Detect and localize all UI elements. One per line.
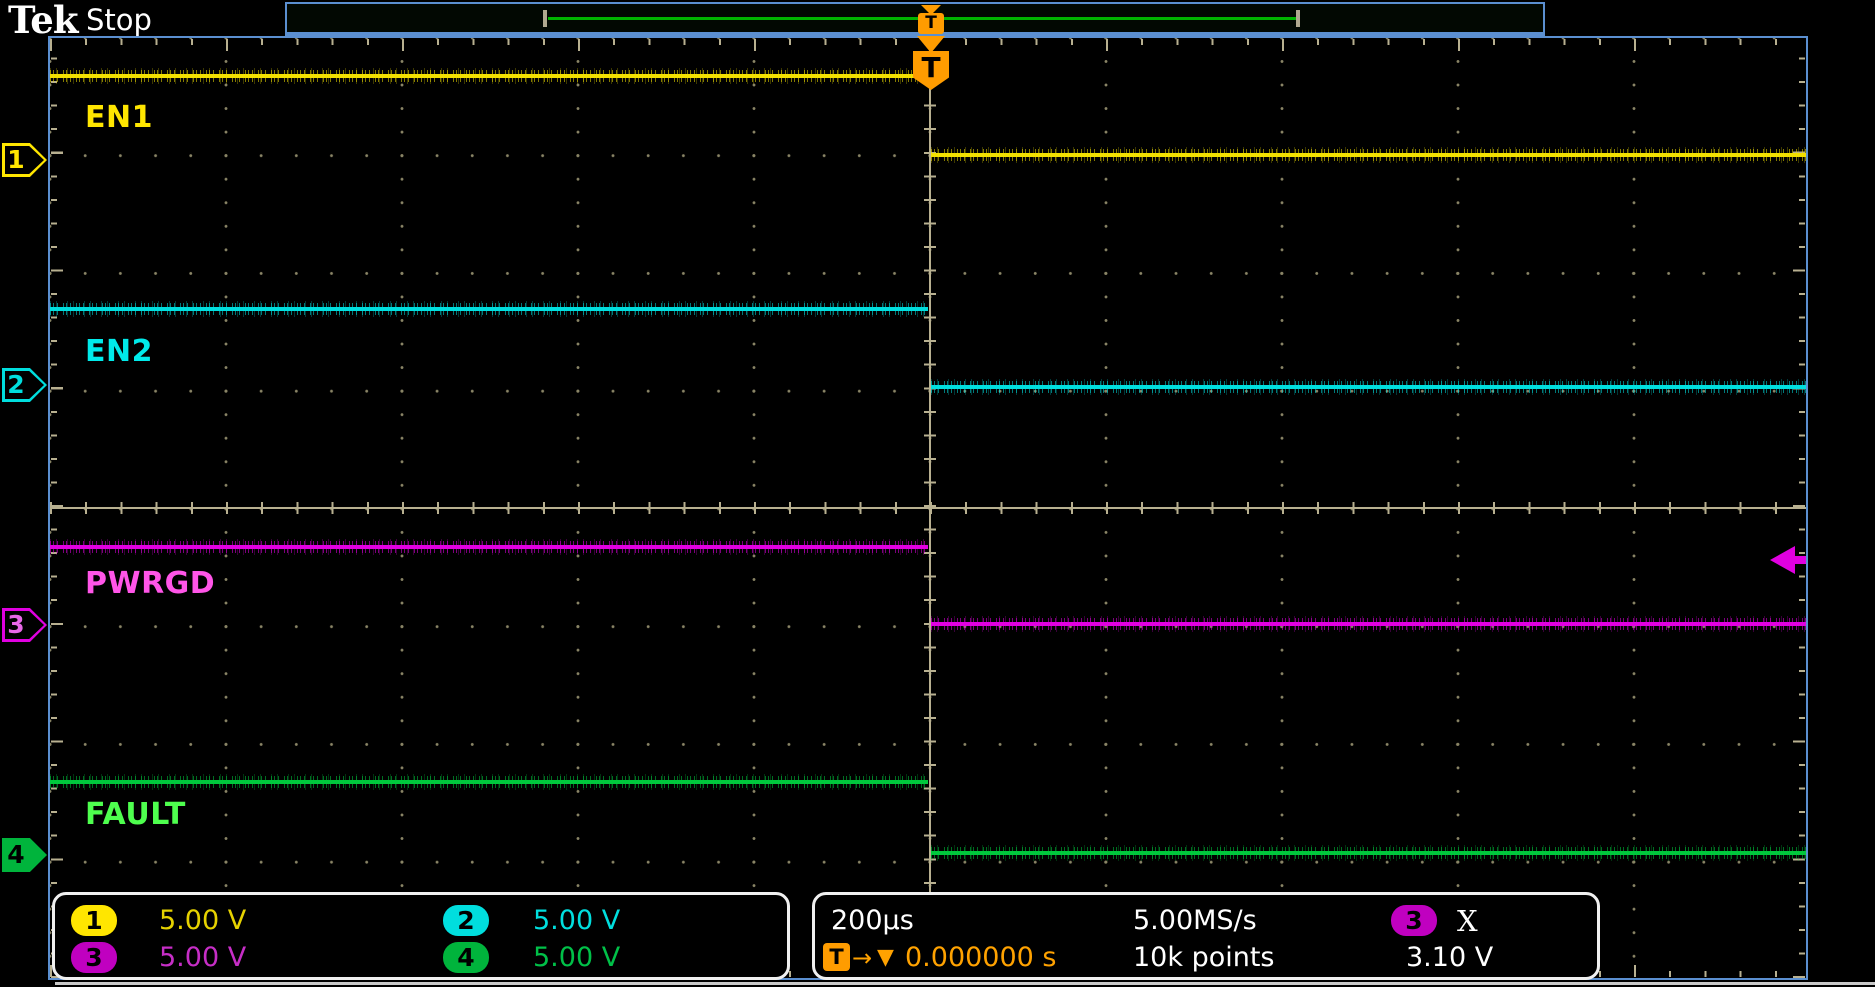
graticule (48, 36, 1808, 980)
ch3-marker-number: 3 (2, 608, 30, 642)
trigger-position-readout: 0.000000 s (905, 942, 1056, 974)
center-vertical-axis-trigger-time-line (924, 38, 936, 978)
trigger-source-badge: 3 (1391, 905, 1437, 936)
record-length-readout: 10k points (1133, 942, 1275, 974)
ch2-trace-pre-trigger (50, 303, 928, 315)
ch1-position-marker: 1 (2, 143, 47, 177)
acquisition-status: Stop (86, 3, 152, 37)
ch4-scale-readout: 5.00 V (533, 942, 620, 974)
ch1-scale-readout: 5.00 V (159, 905, 246, 937)
record-window-left-bracket (543, 10, 547, 27)
ch4-marker-number: 4 (2, 838, 30, 872)
ch4-trace-pre-trigger (50, 776, 928, 788)
timebase-readout: 200µs (831, 905, 914, 937)
trigger-position-arrow-icon (917, 36, 945, 53)
ch3-trace-pre-trigger (50, 541, 928, 553)
trigger-down-marker-icon: ▼ (877, 942, 894, 974)
timebase-trigger-readout-box: 200µs 5.00MS/s 3 X T → ▼ 0.000000 s 10k … (812, 892, 1600, 980)
ch3-waveform-label: PWRGD (85, 566, 215, 601)
ch1-trace-pre-trigger (50, 70, 928, 82)
ch1-badge: 1 (71, 905, 117, 936)
ch2-scale-readout: 5.00 V (533, 905, 620, 937)
ch1-marker-number: 1 (2, 143, 30, 177)
ch4-waveform-label: FAULT (85, 797, 186, 832)
ch2-badge: 2 (443, 905, 489, 936)
ch1-trace-post-trigger (931, 149, 1806, 161)
ch2-waveform-label: EN2 (85, 334, 153, 369)
trigger-level-arrow-icon (1770, 546, 1808, 574)
sample-rate-readout: 5.00MS/s (1133, 905, 1257, 937)
ch2-position-marker: 2 (2, 368, 47, 402)
ch3-badge: 3 (71, 942, 117, 973)
oscilloscope-screen: Tek Stop T EN1 EN2 PWRGD FAULT 1 (0, 0, 1875, 987)
ch3-position-marker: 3 (2, 608, 47, 642)
ch2-marker-number: 2 (2, 368, 30, 402)
ch2-trace-post-trigger (931, 381, 1806, 393)
bottom-divider-line (55, 982, 1875, 985)
record-window-right-bracket (1296, 10, 1300, 27)
ch1-waveform-label: EN1 (85, 100, 153, 135)
trigger-position-bar-t-icon: T (918, 13, 944, 34)
trigger-arrow-icon: → (852, 942, 872, 974)
ch4-position-marker: 4 (2, 838, 47, 872)
trigger-level-readout: 3.10 V (1406, 942, 1493, 974)
ch3-trace-post-trigger (931, 618, 1806, 630)
ch4-trace-post-trigger (931, 847, 1806, 859)
ch4-badge: 4 (443, 942, 489, 973)
ch3-scale-readout: 5.00 V (159, 942, 246, 974)
channel-scale-readout-box: 1 5.00 V 2 5.00 V 3 5.00 V 4 5.00 V (52, 892, 790, 980)
trigger-slope-icon: X (1457, 905, 1478, 937)
acquisition-preview-bar: T (285, 2, 1545, 36)
trigger-t-icon: T (823, 943, 850, 971)
